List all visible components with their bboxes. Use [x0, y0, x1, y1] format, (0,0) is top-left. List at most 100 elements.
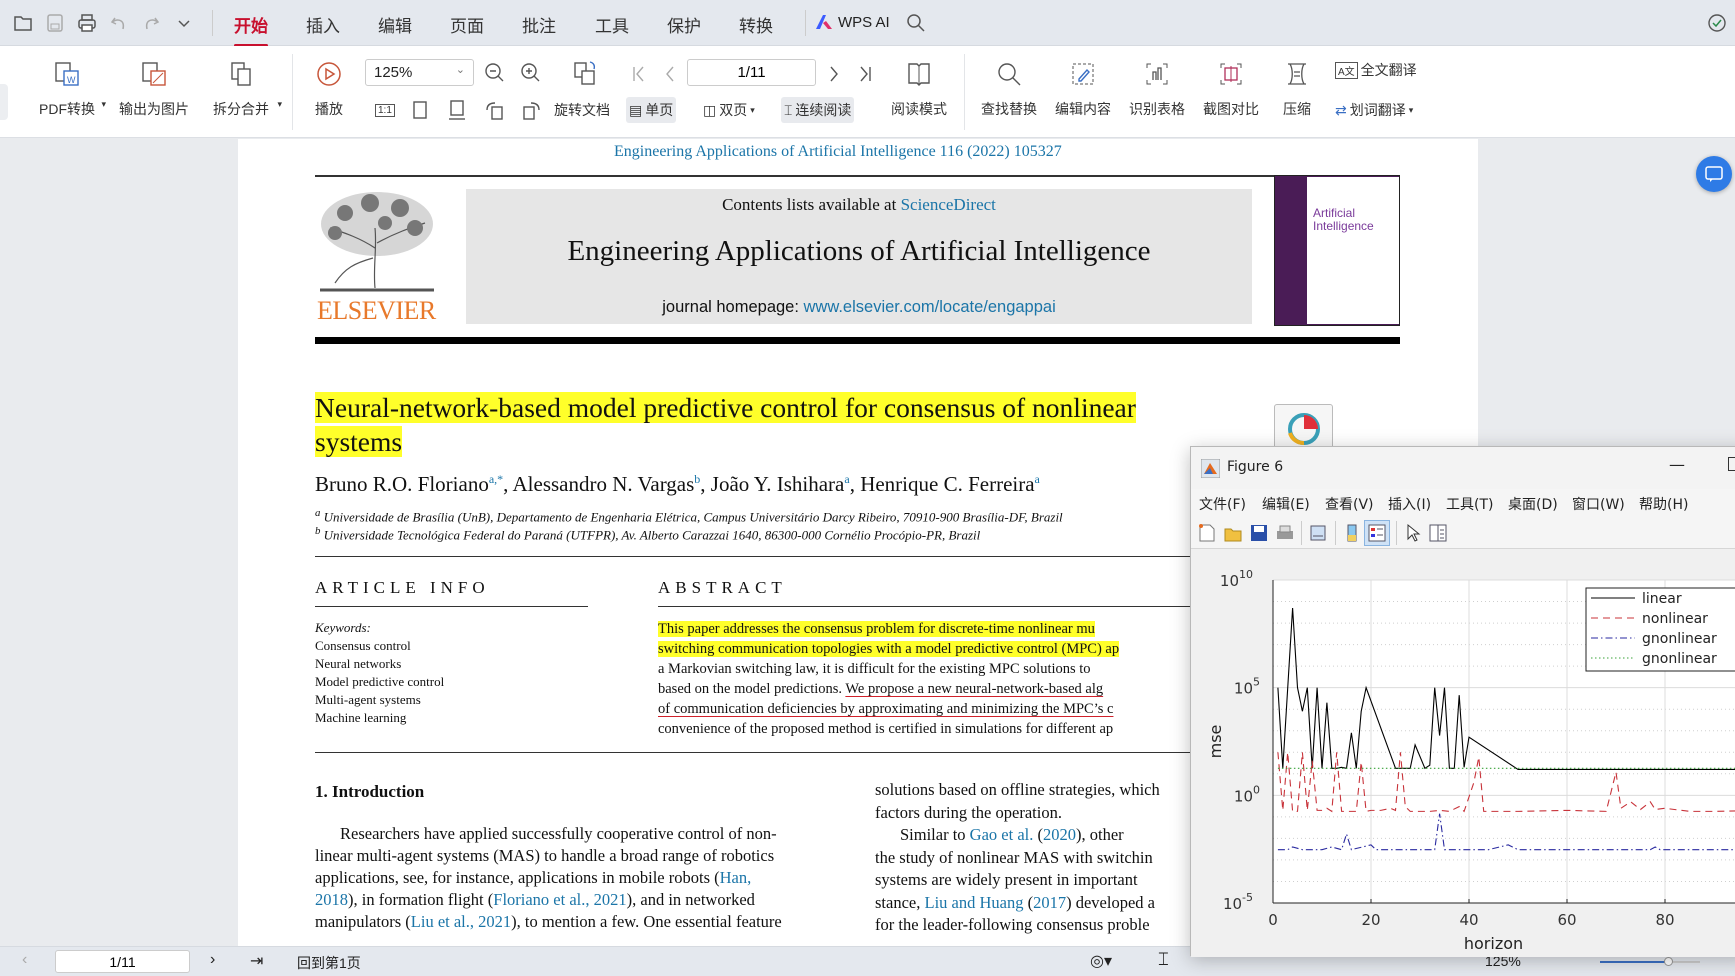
continuous-view-icon[interactable]: ⌶ — [1158, 949, 1169, 970]
actual-size-button[interactable]: 1:1 — [372, 97, 398, 123]
citation-link[interactable]: Floriano et al., 2021 — [493, 890, 626, 909]
continuous-reading-button[interactable]: ⌶ 连续阅读 — [781, 97, 855, 123]
legend-toggle-button[interactable] — [1364, 520, 1390, 546]
zoom-in-icon[interactable] — [519, 61, 543, 85]
save-icon[interactable] — [1249, 523, 1269, 543]
figure-window[interactable]: Figure 6 — 文件(F) 编辑(E) 查看(V) 插入(I) 工具(T)… — [1190, 446, 1735, 957]
citation-link[interactable]: 2020 — [1043, 825, 1076, 844]
full-translate-button[interactable]: A文 全文翻译 — [1332, 57, 1420, 83]
citation-link[interactable]: Han, — [720, 868, 752, 887]
homepage-link[interactable]: www.elsevier.com/locate/engappai — [804, 298, 1056, 316]
citation-link[interactable]: 2017 — [1033, 893, 1066, 912]
menu-file[interactable]: 文件(F) — [1199, 494, 1246, 514]
pdf-convert-button[interactable]: W PDF转换 ▾ — [28, 46, 106, 138]
open-folder-icon[interactable] — [12, 12, 34, 34]
menu-help[interactable]: 帮助(H) — [1639, 494, 1688, 514]
menu-desktop[interactable]: 桌面(D) — [1508, 494, 1558, 514]
author-sup[interactable]: b — [694, 472, 700, 486]
page-number-input[interactable] — [687, 59, 816, 86]
author[interactable]: Henrique C. Ferreira — [860, 472, 1034, 496]
tab-page[interactable]: 页面 — [450, 12, 484, 37]
next-page-icon[interactable] — [822, 62, 846, 86]
mse-line-chart[interactable]: 0 20 40 60 80 1010 105 100 10-5 horizon mse linear n… — [1191, 550, 1735, 957]
search-icon[interactable] — [905, 12, 927, 34]
menu-window[interactable]: 窗口(W) — [1572, 494, 1625, 514]
rotate-left-icon[interactable] — [483, 98, 507, 122]
new-figure-icon[interactable] — [1197, 523, 1217, 543]
figure-title-bar[interactable]: Figure 6 — — [1191, 447, 1735, 489]
compress-button[interactable]: 压缩 — [1276, 46, 1318, 138]
menu-insert[interactable]: 插入(I) — [1388, 494, 1431, 514]
minimize-icon[interactable]: — — [1669, 455, 1685, 474]
eye-protection-icon[interactable]: ◎▾ — [1090, 951, 1112, 971]
citation-link[interactable]: Gao et al. — [970, 825, 1034, 844]
author-sup[interactable]: a — [844, 472, 849, 486]
rotate-document-button[interactable]: 旋转文档 — [551, 97, 613, 123]
fit-width-icon[interactable] — [445, 98, 469, 122]
status-page-input[interactable] — [55, 950, 190, 973]
fit-page-icon[interactable] — [408, 98, 432, 122]
zoom-select[interactable]: 125% ⌄ — [365, 59, 474, 86]
sciencedirect-link[interactable]: ScienceDirect — [901, 195, 996, 214]
redo-icon[interactable] — [140, 12, 162, 34]
property-inspector-icon[interactable] — [1428, 523, 1448, 543]
link-plot-icon[interactable] — [1308, 523, 1328, 543]
undo-icon[interactable] — [108, 12, 130, 34]
export-image-button[interactable]: 输出为图片 — [114, 46, 194, 138]
last-page-icon[interactable] — [854, 62, 878, 86]
screenshot-compare-button[interactable]: 截图对比 — [1198, 46, 1264, 138]
author[interactable]: João Y. Ishihara — [711, 472, 845, 496]
play-button[interactable]: 播放 — [308, 46, 350, 138]
tab-convert[interactable]: 转换 — [739, 12, 773, 37]
zoom-slider-handle[interactable] — [1664, 957, 1673, 966]
running-header[interactable]: Engineering Applications of Artificial I… — [614, 143, 1062, 161]
tab-edit[interactable]: 编辑 — [378, 12, 412, 37]
last-page-icon[interactable]: ⇥ — [250, 951, 263, 971]
double-page-button[interactable]: ◫ 双页 ▾ — [700, 97, 758, 123]
cloud-sync-icon[interactable] — [1706, 12, 1728, 34]
zoom-out-icon[interactable] — [483, 61, 507, 85]
print-icon[interactable] — [1275, 523, 1295, 543]
single-page-button[interactable]: ▤ 单页 — [626, 97, 677, 123]
back-to-first-page-link[interactable]: 回到第1页 — [297, 953, 361, 973]
first-page-icon[interactable] — [626, 62, 650, 86]
edit-content-button[interactable]: 编辑内容 — [1050, 46, 1116, 138]
recognize-table-button[interactable]: 识别表格 — [1124, 46, 1190, 138]
tab-home[interactable]: 开始 — [234, 12, 268, 47]
prev-page-icon[interactable] — [658, 62, 682, 86]
print-icon[interactable] — [76, 12, 98, 34]
word-translate-button[interactable]: ⇄ 划词翻译 ▾ — [1332, 97, 1416, 123]
ribbon-collapse-handle[interactable] — [0, 84, 8, 120]
zoom-slider[interactable] — [1600, 957, 1700, 966]
find-replace-button[interactable]: 查找替换 — [976, 46, 1042, 138]
author[interactable]: Alessandro N. Vargas — [513, 472, 695, 496]
menu-edit[interactable]: 编辑(E) — [1262, 494, 1310, 514]
rotate-right-icon[interactable] — [519, 98, 543, 122]
tab-tools[interactable]: 工具 — [595, 12, 629, 37]
rotate-page-icon[interactable] — [572, 59, 600, 87]
check-for-updates-badge[interactable] — [1274, 404, 1333, 452]
maximize-icon[interactable] — [1728, 457, 1735, 471]
tab-annotate[interactable]: 批注 — [522, 12, 556, 37]
menu-view[interactable]: 查看(V) — [1325, 494, 1374, 514]
citation-link[interactable]: 2018 — [315, 890, 348, 909]
prev-page-icon[interactable]: ‹ — [22, 951, 27, 969]
colorbar-icon[interactable] — [1342, 523, 1362, 543]
citation-link[interactable]: Liu and Huang — [924, 893, 1023, 912]
save-icon[interactable] — [44, 12, 66, 34]
wps-ai-button[interactable]: WPS AI — [814, 13, 890, 31]
open-file-icon[interactable] — [1223, 523, 1243, 543]
author-sup[interactable]: a — [1035, 472, 1040, 486]
tab-protect[interactable]: 保护 — [667, 12, 701, 37]
author-sup[interactable]: a,* — [489, 472, 503, 486]
tab-insert[interactable]: 插入 — [306, 12, 340, 37]
author[interactable]: Bruno R.O. Floriano — [315, 472, 489, 496]
next-page-icon[interactable]: › — [210, 951, 215, 969]
reading-mode-button[interactable]: 阅读模式 — [886, 46, 952, 138]
floating-assistant-button[interactable] — [1696, 156, 1732, 192]
pointer-icon[interactable] — [1403, 523, 1423, 543]
split-merge-button[interactable]: 拆分合并 ▾ — [202, 46, 282, 138]
citation-link[interactable]: Liu et al., 2021 — [411, 912, 511, 931]
chevron-down-icon[interactable] — [173, 12, 195, 34]
menu-tools[interactable]: 工具(T) — [1446, 494, 1493, 514]
